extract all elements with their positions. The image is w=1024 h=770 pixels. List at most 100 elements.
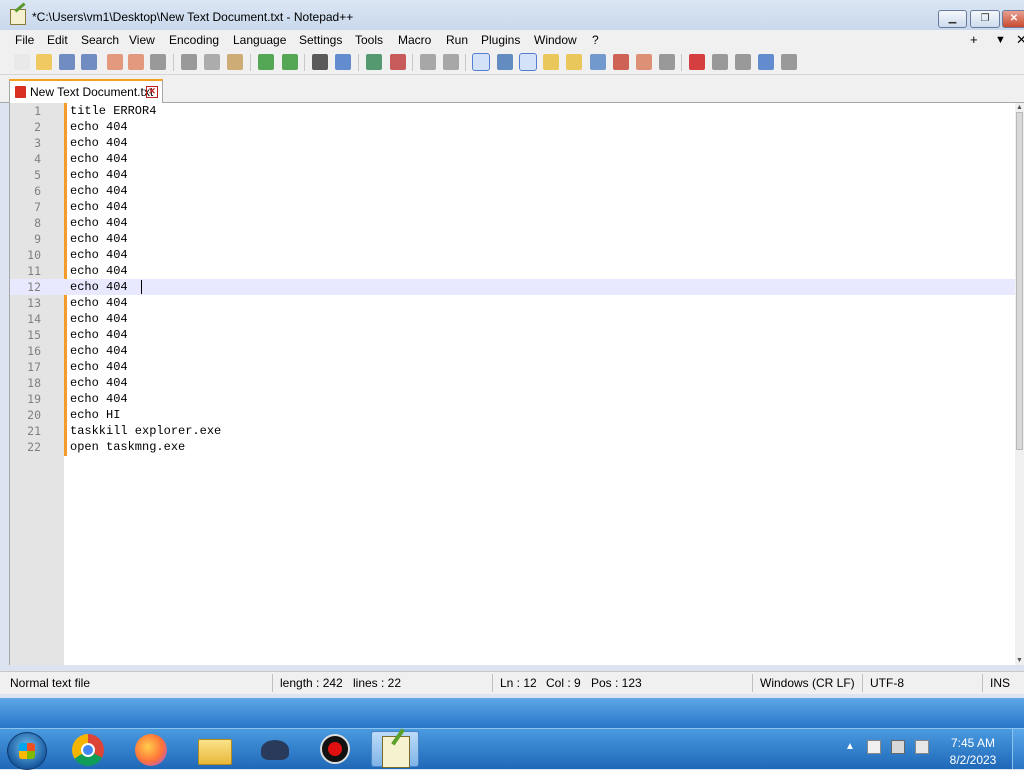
editor-line[interactable]: 11 echo 404	[10, 263, 1016, 279]
menu-help[interactable]: ?	[592, 33, 599, 47]
line-number: 2	[34, 120, 41, 134]
replace-icon[interactable]	[335, 54, 351, 70]
cut-icon[interactable]	[181, 54, 197, 70]
playback-icon[interactable]	[735, 54, 751, 70]
menu-edit[interactable]: Edit	[47, 33, 68, 47]
editor-line[interactable]: 18 echo 404	[10, 375, 1016, 391]
taskbar-app-firefox[interactable]	[127, 731, 175, 767]
tab-close-icon[interactable]: ✕	[146, 86, 158, 98]
print-icon[interactable]	[150, 54, 166, 70]
scroll-up-icon[interactable]: ▲	[1015, 103, 1024, 112]
editor-line[interactable]: 14 echo 404	[10, 311, 1016, 327]
editor-line[interactable]: 15 echo 404	[10, 327, 1016, 343]
close-button[interactable]: ✕	[1002, 10, 1024, 28]
document-map-icon[interactable]	[566, 54, 582, 70]
line-number: 21	[27, 424, 41, 438]
zoom-out-icon[interactable]	[390, 54, 406, 70]
new-file-icon[interactable]	[14, 54, 30, 70]
menu-tools[interactable]: Tools	[355, 33, 383, 47]
editor-line[interactable]: 12 echo 404	[10, 279, 1016, 295]
network-icon[interactable]	[891, 740, 905, 754]
tab-bar: New Text Document.txt ✕	[0, 75, 1024, 103]
menu-encoding[interactable]: Encoding	[169, 33, 219, 47]
editor-line[interactable]: 19 echo 404	[10, 391, 1016, 407]
sync-horizontal-icon[interactable]	[443, 54, 459, 70]
indent-guide-icon[interactable]	[519, 53, 537, 71]
folder-as-workspace-icon[interactable]	[613, 54, 629, 70]
monitoring-icon[interactable]	[636, 54, 652, 70]
menu-macro[interactable]: Macro	[398, 33, 431, 47]
editor-line[interactable]: 21 taskkill explorer.exe	[10, 423, 1016, 439]
vertical-scrollbar[interactable]: ▲ ▼	[1015, 103, 1024, 665]
find-icon[interactable]	[312, 54, 328, 70]
function-list-icon[interactable]	[590, 54, 606, 70]
run-macro-multiple-icon[interactable]	[758, 54, 774, 70]
close-icon[interactable]	[107, 54, 123, 70]
start-button[interactable]	[7, 732, 47, 770]
maximize-button[interactable]: ❐	[970, 10, 1000, 28]
editor-line[interactable]: 5 echo 404	[10, 167, 1016, 183]
save-macro-icon[interactable]	[781, 54, 797, 70]
tab-list-button[interactable]: ▼	[995, 34, 1006, 46]
open-file-icon[interactable]	[36, 54, 52, 70]
new-tab-button[interactable]: +	[970, 32, 978, 47]
editor-line[interactable]: 9 echo 404	[10, 231, 1016, 247]
redo-icon[interactable]	[282, 54, 298, 70]
sync-vertical-icon[interactable]	[420, 54, 436, 70]
stop-recording-icon[interactable]	[712, 54, 728, 70]
editor-line[interactable]: 1 title ERROR4	[10, 103, 1016, 119]
taskbar-app-cat[interactable]	[251, 731, 299, 767]
volume-muted-icon[interactable]	[915, 740, 929, 754]
taskbar-app-recorder[interactable]	[312, 731, 360, 767]
eye-icon[interactable]	[659, 54, 675, 70]
save-all-icon[interactable]	[81, 54, 97, 70]
editor-line[interactable]: 17 echo 404	[10, 359, 1016, 375]
editor-line[interactable]: 8 echo 404	[10, 215, 1016, 231]
menu-language[interactable]: Language	[233, 33, 286, 47]
show-desktop-button[interactable]	[1012, 729, 1024, 769]
editor-line[interactable]: 16 echo 404	[10, 343, 1016, 359]
line-number: 13	[27, 296, 41, 310]
editor-line[interactable]: 22 open taskmng.exe	[10, 439, 1016, 455]
scrollbar-thumb[interactable]	[1016, 112, 1023, 450]
chevron-up-icon[interactable]: ▲	[845, 740, 859, 754]
word-wrap-icon[interactable]	[472, 53, 490, 71]
menu-window[interactable]: Window	[534, 33, 577, 47]
taskbar-app-chrome[interactable]	[64, 731, 112, 767]
taskbar-app-explorer[interactable]	[190, 731, 238, 767]
menu-run[interactable]: Run	[446, 33, 468, 47]
show-all-characters-icon[interactable]	[497, 54, 513, 70]
action-center-warning-icon[interactable]	[867, 740, 881, 754]
save-icon[interactable]	[59, 54, 75, 70]
scroll-down-icon[interactable]: ▼	[1015, 656, 1024, 665]
copy-icon[interactable]	[204, 54, 220, 70]
taskbar-app-notepad-plus-plus[interactable]	[371, 731, 419, 768]
close-document-button[interactable]: ✕	[1016, 32, 1024, 48]
editor-line[interactable]: 3 echo 404	[10, 135, 1016, 151]
zoom-in-icon[interactable]	[366, 54, 382, 70]
menu-settings[interactable]: Settings	[299, 33, 342, 47]
tab-new-text-document[interactable]: New Text Document.txt ✕	[9, 79, 163, 103]
toolbar	[0, 50, 1024, 75]
editor-line[interactable]: 13 echo 404	[10, 295, 1016, 311]
editor-line[interactable]: 20 echo HI	[10, 407, 1016, 423]
system-clock[interactable]: 7:45 AM 8/2/2023	[943, 736, 1003, 767]
editor-line[interactable]: 4 echo 404	[10, 151, 1016, 167]
minimize-button[interactable]: ▁	[938, 10, 967, 28]
menu-file[interactable]: File	[15, 33, 34, 47]
editor-line[interactable]: 7 echo 404	[10, 199, 1016, 215]
paste-icon[interactable]	[227, 54, 243, 70]
menu-search[interactable]: Search	[81, 33, 119, 47]
editor-line[interactable]: 2 echo 404	[10, 119, 1016, 135]
user-defined-language-icon[interactable]	[543, 54, 559, 70]
editor-line[interactable]: 10 echo 404	[10, 247, 1016, 263]
menu-view[interactable]: View	[129, 33, 155, 47]
editor-line[interactable]: 6 echo 404	[10, 183, 1016, 199]
line-number: 22	[27, 440, 41, 454]
close-all-icon[interactable]	[128, 54, 144, 70]
undo-icon[interactable]	[258, 54, 274, 70]
line-number: 12	[27, 280, 41, 294]
record-macro-icon[interactable]	[689, 54, 705, 70]
text-editor[interactable]: 1 title ERROR4 2 echo 404 3 echo 404 4 echo 404…	[9, 103, 1016, 665]
menu-plugins[interactable]: Plugins	[481, 33, 520, 47]
